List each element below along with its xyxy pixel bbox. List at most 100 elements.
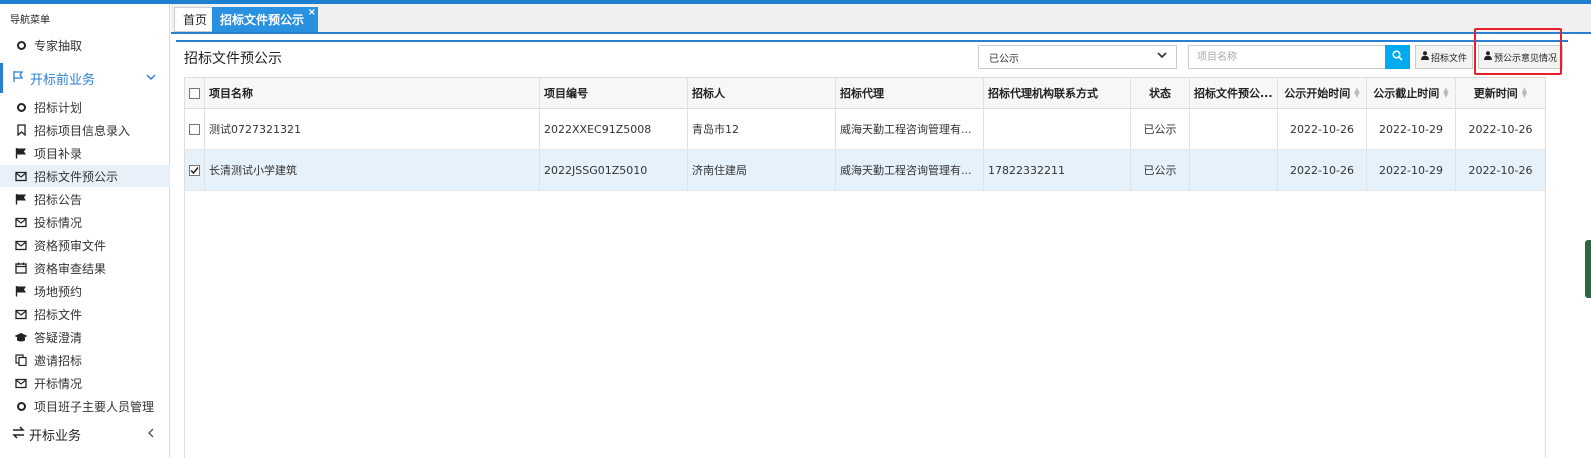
sidebar-item-label: 招标文件预公示	[34, 169, 119, 184]
sidebar-item-label: 专家抽取	[34, 38, 83, 53]
sidebar-item[interactable]: 资格审查结果	[0, 257, 170, 279]
tender-file-button-label: 招标文件	[1431, 53, 1468, 64]
sort-icon[interactable]: ▲ ▼	[1522, 87, 1527, 99]
sidebar-item-label: 投标情况	[34, 215, 83, 230]
row-select-cell	[185, 109, 205, 149]
column-header-tenderer[interactable]: 招标人	[688, 78, 836, 108]
sidebar-item[interactable]: 项目补录	[0, 142, 170, 164]
cell-pre	[1190, 109, 1278, 149]
sidebar-item-label: 开标情况	[34, 376, 83, 391]
sort-icon[interactable]: ▲ ▼	[1443, 87, 1448, 99]
sidebar-item[interactable]: 项目班子主要人员管理	[0, 395, 170, 417]
column-header-code[interactable]: 项目编号	[540, 78, 688, 108]
search-input[interactable]	[1188, 45, 1386, 69]
circle-icon	[14, 399, 28, 413]
sidebar-title: 导航菜单	[10, 15, 50, 26]
sidebar-item-label: 场地预约	[34, 284, 83, 299]
sidebar-item[interactable]: 招标文件预公示	[0, 165, 170, 187]
sidebar-item[interactable]: 场地预约	[0, 280, 170, 302]
cell-contact	[984, 109, 1131, 149]
scrollbar[interactable]	[1585, 240, 1591, 298]
sidebar-item[interactable]: 开标情况	[0, 372, 170, 394]
page-title: 招标文件预公示	[184, 51, 282, 67]
sidebar-item-label: 招标项目信息录入	[34, 123, 131, 138]
sidebar-item[interactable]: 招标公告	[0, 188, 170, 210]
cell-status: 已公示	[1131, 109, 1190, 149]
chevron-down-icon	[1156, 49, 1168, 64]
cell-name: 长清测试小学建筑	[205, 150, 540, 190]
highlight-box	[1474, 28, 1562, 75]
column-header-label: 公示截止时间	[1373, 87, 1440, 100]
sidebar-item[interactable]: 资格预审文件	[0, 234, 170, 256]
sidebar-group-bid-opening[interactable]: 开标业务	[0, 419, 170, 449]
row-checkbox[interactable]	[189, 123, 200, 135]
tab-tender-doc-prepublicity[interactable]: 招标文件预公示 ×	[212, 7, 319, 32]
column-header-label: 公示开始时间	[1284, 87, 1351, 100]
cell-updated: 2022-10-26	[1468, 122, 1533, 136]
sidebar-item-label: 项目班子主要人员管理	[34, 399, 155, 414]
column-header-agent-contact[interactable]: 招标代理机构联系方式	[984, 78, 1131, 108]
sidebar-item[interactable]: 招标计划	[0, 96, 170, 118]
flag-outline-icon	[12, 70, 26, 87]
sidebar-item[interactable]: 答疑澄清	[0, 326, 170, 348]
cell-updated: 2022-10-26	[1468, 163, 1533, 177]
column-header-name[interactable]: 项目名称	[205, 78, 540, 108]
search-button[interactable]	[1385, 45, 1410, 69]
row-checkbox[interactable]	[189, 164, 200, 176]
cell-status: 已公示	[1131, 150, 1190, 190]
sidebar-item-label: 项目补录	[34, 146, 83, 161]
sidebar-item[interactable]: 招标文件	[0, 303, 170, 325]
cell-name: 测试0727321321	[205, 109, 540, 149]
column-header-start-time[interactable]: 公示开始时间 ▲ ▼	[1278, 78, 1367, 108]
graduation-cap-icon	[14, 330, 28, 344]
sidebar-group-pre-bid[interactable]: 开标前业务	[0, 63, 170, 93]
close-icon[interactable]: ×	[308, 7, 316, 18]
cell-end: 2022-10-29	[1367, 150, 1456, 190]
sidebar-item-label: 招标计划	[34, 100, 83, 115]
column-header-label: 更新时间	[1473, 87, 1518, 100]
table-header: 项目名称 项目编号 招标人 招标代理 招标代理机构联系方式 状态 招标文件预公.…	[185, 78, 1545, 109]
column-header-updated-time[interactable]: 更新时间 ▲ ▼	[1456, 78, 1545, 108]
sort-icon[interactable]: ▲ ▼	[1354, 87, 1359, 99]
column-header-end-time[interactable]: 公示截止时间 ▲ ▼	[1367, 78, 1456, 108]
select-all-checkbox[interactable]	[189, 87, 200, 99]
cell-agent: 威海天勤工程咨询管理有...	[836, 109, 984, 149]
column-header-status[interactable]: 状态	[1131, 78, 1190, 108]
table-row[interactable]: 测试0727321321 2022XXEC91Z5008 青岛市12 威海天勤工程咨询…	[185, 109, 1545, 150]
cell-tenderer: 青岛市12	[688, 109, 836, 149]
status-select[interactable]: 已公示	[978, 45, 1177, 69]
status-select-value: 已公示	[989, 53, 1019, 65]
table-row[interactable]: 长清测试小学建筑 2022JSSG01Z5010 济南住建局 威海天勤工程咨询管理有.…	[185, 150, 1545, 191]
copy-icon	[14, 353, 28, 367]
sidebar-item[interactable]: 邀请招标	[0, 349, 170, 371]
chevron-down-icon	[146, 72, 156, 85]
flag-icon	[14, 192, 28, 206]
sidebar-item-expert-draw[interactable]: 专家抽取	[0, 34, 170, 56]
envelope-icon	[14, 238, 28, 252]
cell-tenderer: 济南住建局	[688, 150, 836, 190]
envelope-icon	[14, 169, 28, 183]
data-table: 项目名称 项目编号 招标人 招标代理 招标代理机构联系方式 状态 招标文件预公.…	[184, 77, 1546, 458]
circle-icon	[14, 100, 28, 114]
flag-icon	[14, 146, 28, 160]
sidebar-item[interactable]: 招标项目信息录入	[0, 119, 170, 141]
cell-pre	[1190, 150, 1278, 190]
tender-file-button[interactable]: 招标文件	[1415, 45, 1474, 69]
tab-home[interactable]: 首页	[174, 7, 217, 32]
column-header-prepublicity[interactable]: 招标文件预公...	[1190, 78, 1278, 108]
cell-contact: 17822332211	[984, 150, 1131, 190]
row-select-cell	[185, 150, 205, 190]
sidebar-item[interactable]: 投标情况	[0, 211, 170, 233]
select-all-cell	[185, 78, 205, 108]
column-header-agent[interactable]: 招标代理	[836, 78, 984, 108]
envelope-icon	[14, 307, 28, 321]
cell-agent: 威海天勤工程咨询管理有...	[836, 150, 984, 190]
tab-label: 招标文件预公示	[220, 13, 305, 27]
envelope-icon	[14, 376, 28, 390]
chevron-left-icon	[146, 428, 156, 441]
circle-icon	[14, 38, 28, 52]
cell-code: 2022JSSG01Z5010	[540, 150, 688, 190]
sidebar-item-label: 资格预审文件	[34, 238, 107, 253]
cell-start: 2022-10-26	[1278, 150, 1367, 190]
sidebar-item-label: 邀请招标	[34, 353, 83, 368]
